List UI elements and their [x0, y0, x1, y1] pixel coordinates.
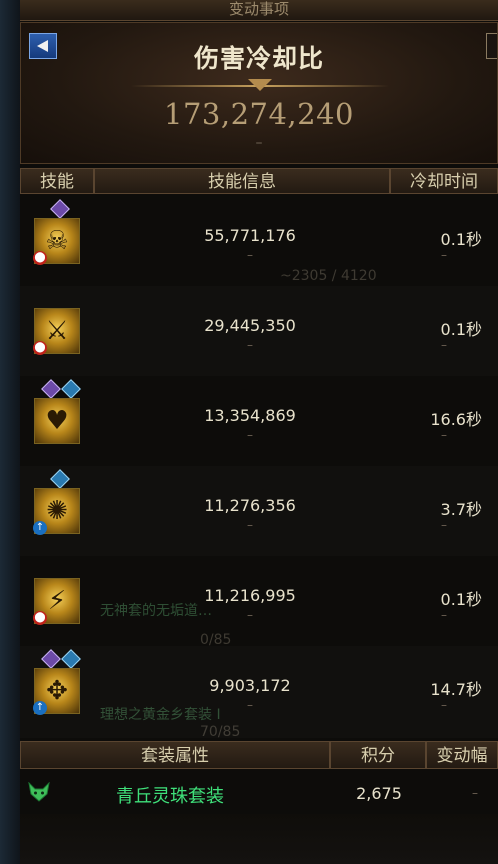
- purple-rune-icon: [50, 199, 70, 219]
- skill-row[interactable]: ♥ 13,354,869 – 16.6秒 –: [20, 376, 498, 466]
- blue-rune-icon: [61, 649, 81, 669]
- skill-row[interactable]: ✺ ↑ 11,276,356 – 3.7秒 –: [20, 466, 498, 556]
- skill-cooldown-dash: –: [441, 248, 447, 262]
- footer-area: [20, 814, 498, 864]
- skill-damage-dash: –: [247, 338, 253, 352]
- skill-damage: 13,354,869: [204, 406, 296, 425]
- skill-damage-dash: –: [247, 608, 253, 622]
- skill-damage-dash: –: [247, 518, 253, 532]
- heart-skill-icon: ♥: [34, 398, 80, 444]
- skill-cooldown-dash: –: [441, 338, 447, 352]
- col-skill[interactable]: 技能: [20, 168, 94, 194]
- skill-row[interactable]: ⚡ ⬤ 11,216,995 – 0.1秒 –: [20, 556, 498, 646]
- col-set-attribute[interactable]: 套装属性: [20, 741, 330, 769]
- title-arrow-icon: [248, 79, 272, 91]
- left-edge-strip: [0, 0, 20, 864]
- header-value: 173,274,240: [164, 97, 354, 131]
- purple-rune-icon: [41, 379, 61, 399]
- skull-skill-icon: ☠ ⬤: [33, 218, 80, 265]
- skill-cooldown: 0.1秒: [440, 320, 482, 339]
- blue-rune-icon: [50, 469, 70, 489]
- skill-damage-dash: –: [247, 698, 253, 712]
- skill-row[interactable]: ☠ ⬤ 55,771,176 – 0.1秒 –: [20, 196, 498, 286]
- skill-damage: 9,903,172: [209, 676, 291, 695]
- header-title: 伤害冷却比: [193, 44, 324, 73]
- purple-rune-icon: [41, 649, 61, 669]
- blue-rune-icon: [61, 379, 81, 399]
- skill-damage: 55,771,176: [204, 226, 296, 245]
- skill-damage-dash: –: [247, 248, 253, 262]
- skill-cooldown-dash: –: [441, 518, 447, 532]
- skill-damage-dash: –: [247, 428, 253, 442]
- skill-cooldown-dash: –: [441, 428, 447, 442]
- skill-cooldown-dash: –: [441, 698, 447, 712]
- skill-cooldown: 16.6秒: [430, 410, 482, 429]
- skill-row[interactable]: ✥ ↑ 9,903,172 – 14.7秒 –: [20, 646, 498, 738]
- col-skill-info[interactable]: 技能信息: [94, 168, 390, 194]
- set-row[interactable]: 青丘灵珠套装 2,675 –: [20, 774, 498, 814]
- skill-damage: 11,276,356: [204, 496, 296, 515]
- col-set-change[interactable]: 变动幅: [426, 741, 498, 769]
- sword-skill-icon: ⚡ ⬤: [33, 578, 80, 625]
- skill-damage: 29,445,350: [204, 316, 296, 335]
- set-change: –: [472, 786, 478, 800]
- skill-cooldown: 0.1秒: [440, 230, 482, 249]
- skill-row[interactable]: ⚔ ⬤ 29,445,350 – 0.1秒 –: [20, 286, 498, 376]
- col-set-score[interactable]: 积分: [330, 741, 426, 769]
- skill-cooldown: 14.7秒: [430, 680, 482, 699]
- col-cooldown[interactable]: 冷却时间: [390, 168, 498, 194]
- skill-cooldown: 3.7秒: [440, 500, 482, 519]
- skill-damage: 11,216,995: [204, 586, 296, 605]
- set-name: 青丘灵珠套装: [116, 786, 224, 807]
- variation-panel: 变动事项 伤害冷却比 173,274,240 – 技能 技能信息 冷却时间 ~2…: [0, 0, 498, 864]
- header-dash: –: [255, 135, 263, 151]
- set-score: 2,675: [356, 784, 402, 803]
- blade-skill-icon: ⚔ ⬤: [33, 308, 80, 355]
- spiral-skill-icon: ✺ ↑: [33, 488, 80, 535]
- skill-cooldown-dash: –: [441, 608, 447, 622]
- top-title: 变动事项: [228, 0, 289, 18]
- dps-header: 伤害冷却比 173,274,240 –: [20, 22, 498, 164]
- top-title-bar: 变动事项: [20, 0, 498, 21]
- beast-skill-icon: ✥ ↑: [33, 668, 80, 715]
- skill-cooldown: 0.1秒: [440, 590, 482, 609]
- fox-icon: [28, 782, 50, 802]
